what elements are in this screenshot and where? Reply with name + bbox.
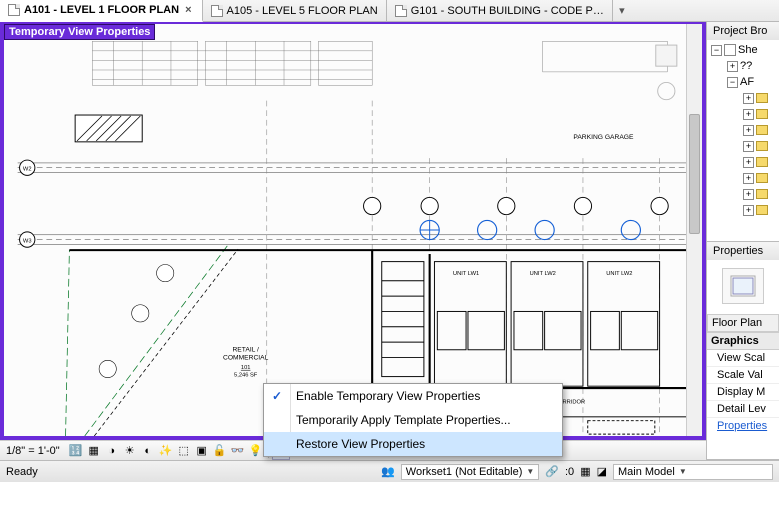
expand-icon[interactable]: +: [743, 157, 754, 168]
folder-icon: [756, 141, 768, 151]
folder-icon: [756, 93, 768, 103]
folder-icon: [756, 109, 768, 119]
category-graphics: Graphics: [707, 332, 779, 350]
expand-icon[interactable]: +: [743, 125, 754, 136]
panel-title: Project Bro: [713, 25, 767, 37]
temporary-hide-icon[interactable]: 👓: [230, 443, 246, 459]
tab-label: A101 - LEVEL 1 FLOOR PLAN: [24, 4, 179, 16]
menu-label: Restore View Properties: [296, 437, 425, 451]
crop-view-icon[interactable]: ⬚: [176, 443, 192, 459]
show-crop-icon[interactable]: ▣: [194, 443, 210, 459]
sheet-icon: [8, 4, 20, 16]
svg-text:UNIT LW2: UNIT LW2: [530, 271, 556, 277]
right-panels: Project Bro −She +?? −AF + + + + + + + +…: [706, 22, 779, 460]
folder-icon: [756, 189, 768, 199]
type-selector[interactable]: Floor Plan: [707, 314, 779, 332]
project-browser-header[interactable]: Project Bro: [707, 22, 779, 40]
sheet-icon: [211, 5, 223, 17]
project-browser-tree[interactable]: −She +?? −AF + + + + + + + +: [707, 40, 779, 220]
svg-text:101: 101: [241, 365, 251, 371]
scale-display[interactable]: 1/8" = 1'-0": [4, 445, 66, 457]
prop-scale-value[interactable]: Scale Val: [707, 367, 779, 384]
folder-icon: [756, 173, 768, 183]
workset-label: Workset1 (Not Editable): [406, 466, 523, 478]
folder-icon: [756, 125, 768, 135]
properties-header[interactable]: Properties: [707, 242, 779, 260]
expand-icon[interactable]: +: [743, 173, 754, 184]
menu-restore-view[interactable]: Restore View Properties: [264, 432, 562, 456]
design-options-icon[interactable]: ▦: [580, 465, 590, 478]
status-text: Ready: [6, 466, 38, 478]
tab-overflow-button[interactable]: ▾: [613, 0, 631, 21]
unlock-icon[interactable]: 🔓: [212, 443, 228, 459]
tab-label: A105 - LEVEL 5 FLOOR PLAN: [227, 5, 378, 17]
scale-icon[interactable]: 🔢: [68, 443, 84, 459]
menu-label: Temporarily Apply Template Properties...: [296, 413, 511, 427]
prop-detail-level[interactable]: Detail Lev: [707, 401, 779, 418]
svg-text:RETAIL /: RETAIL /: [232, 347, 259, 354]
collapse-icon[interactable]: −: [711, 45, 722, 56]
visual-style-icon[interactable]: ◑: [104, 443, 120, 459]
scrollbar-thumb[interactable]: [689, 114, 700, 234]
folder-icon: [756, 205, 768, 215]
check-icon: ✓: [272, 389, 282, 403]
svg-text:COMMERCIAL: COMMERCIAL: [223, 354, 269, 361]
label-parking: PARKING GARAGE: [573, 134, 634, 141]
svg-text:W3: W3: [23, 238, 32, 244]
expand-icon[interactable]: +: [727, 61, 738, 72]
chevron-down-icon: ▼: [679, 467, 687, 476]
temp-view-context-menu: ✓ Enable Temporary View Properties Tempo…: [263, 383, 563, 457]
prop-view-scale[interactable]: View Scal: [707, 350, 779, 367]
expand-icon[interactable]: +: [743, 205, 754, 216]
shadows-icon[interactable]: ◐: [140, 443, 156, 459]
design-option-dropdown[interactable]: Main Model ▼: [613, 464, 773, 480]
tab-g101[interactable]: G101 - SOUTH BUILDING - CODE P…: [387, 0, 613, 21]
exclude-options-icon[interactable]: ◪: [597, 465, 607, 478]
node-label: ??: [740, 60, 752, 72]
properties-help-link[interactable]: Properties: [707, 418, 779, 434]
model-label: Main Model: [618, 466, 675, 478]
svg-text:UNIT LW1: UNIT LW1: [453, 271, 479, 277]
expand-icon[interactable]: +: [743, 93, 754, 104]
menu-enable-temp-view[interactable]: ✓ Enable Temporary View Properties: [264, 384, 562, 408]
sync-status: :0: [565, 466, 574, 478]
panel-title: Properties: [713, 245, 763, 257]
detail-level-icon[interactable]: ▦: [86, 443, 102, 459]
svg-text:5,246 SF: 5,246 SF: [234, 373, 258, 379]
collapse-icon[interactable]: −: [727, 77, 738, 88]
folder-icon: [756, 157, 768, 167]
editable-only-icon[interactable]: 🔗: [545, 465, 559, 478]
sheet-icon: [724, 44, 736, 56]
workset-dropdown[interactable]: Workset1 (Not Editable) ▼: [401, 464, 540, 480]
sheet-icon: [395, 5, 407, 17]
tab-a101[interactable]: A101 - LEVEL 1 FLOOR PLAN ×: [0, 0, 203, 22]
floor-plan-drawing: PARKING GARAGE RETAIL / COMMERCIAL 101 5…: [4, 24, 702, 436]
prop-display-model[interactable]: Display M: [707, 384, 779, 401]
vertical-scrollbar[interactable]: [686, 24, 702, 436]
workset-icon[interactable]: 👥: [381, 465, 395, 478]
svg-text:UNIT LW2: UNIT LW2: [606, 271, 632, 277]
menu-apply-template[interactable]: Temporarily Apply Template Properties...: [264, 408, 562, 432]
type-thumbnail[interactable]: [722, 268, 764, 304]
status-bar: Ready 👥 Workset1 (Not Editable) ▼ 🔗 :0 ▦…: [0, 460, 779, 482]
drawing-viewport[interactable]: Temporary View Properties: [0, 22, 706, 440]
menu-label: Enable Temporary View Properties: [296, 389, 480, 403]
node-label: AF: [740, 76, 754, 88]
expand-icon[interactable]: +: [743, 109, 754, 120]
reveal-hidden-icon[interactable]: 💡: [248, 443, 264, 459]
expand-icon[interactable]: +: [743, 141, 754, 152]
sun-path-icon[interactable]: ☀: [122, 443, 138, 459]
svg-text:W2: W2: [23, 167, 32, 173]
expand-icon[interactable]: +: [743, 189, 754, 200]
view-tab-bar: A101 - LEVEL 1 FLOOR PLAN × A105 - LEVEL…: [0, 0, 779, 22]
rendering-icon[interactable]: ✨: [158, 443, 174, 459]
chevron-down-icon: ▼: [526, 467, 534, 476]
close-icon[interactable]: ×: [183, 4, 193, 16]
tab-a105[interactable]: A105 - LEVEL 5 FLOOR PLAN: [203, 0, 387, 21]
tab-label: G101 - SOUTH BUILDING - CODE P…: [411, 5, 604, 17]
